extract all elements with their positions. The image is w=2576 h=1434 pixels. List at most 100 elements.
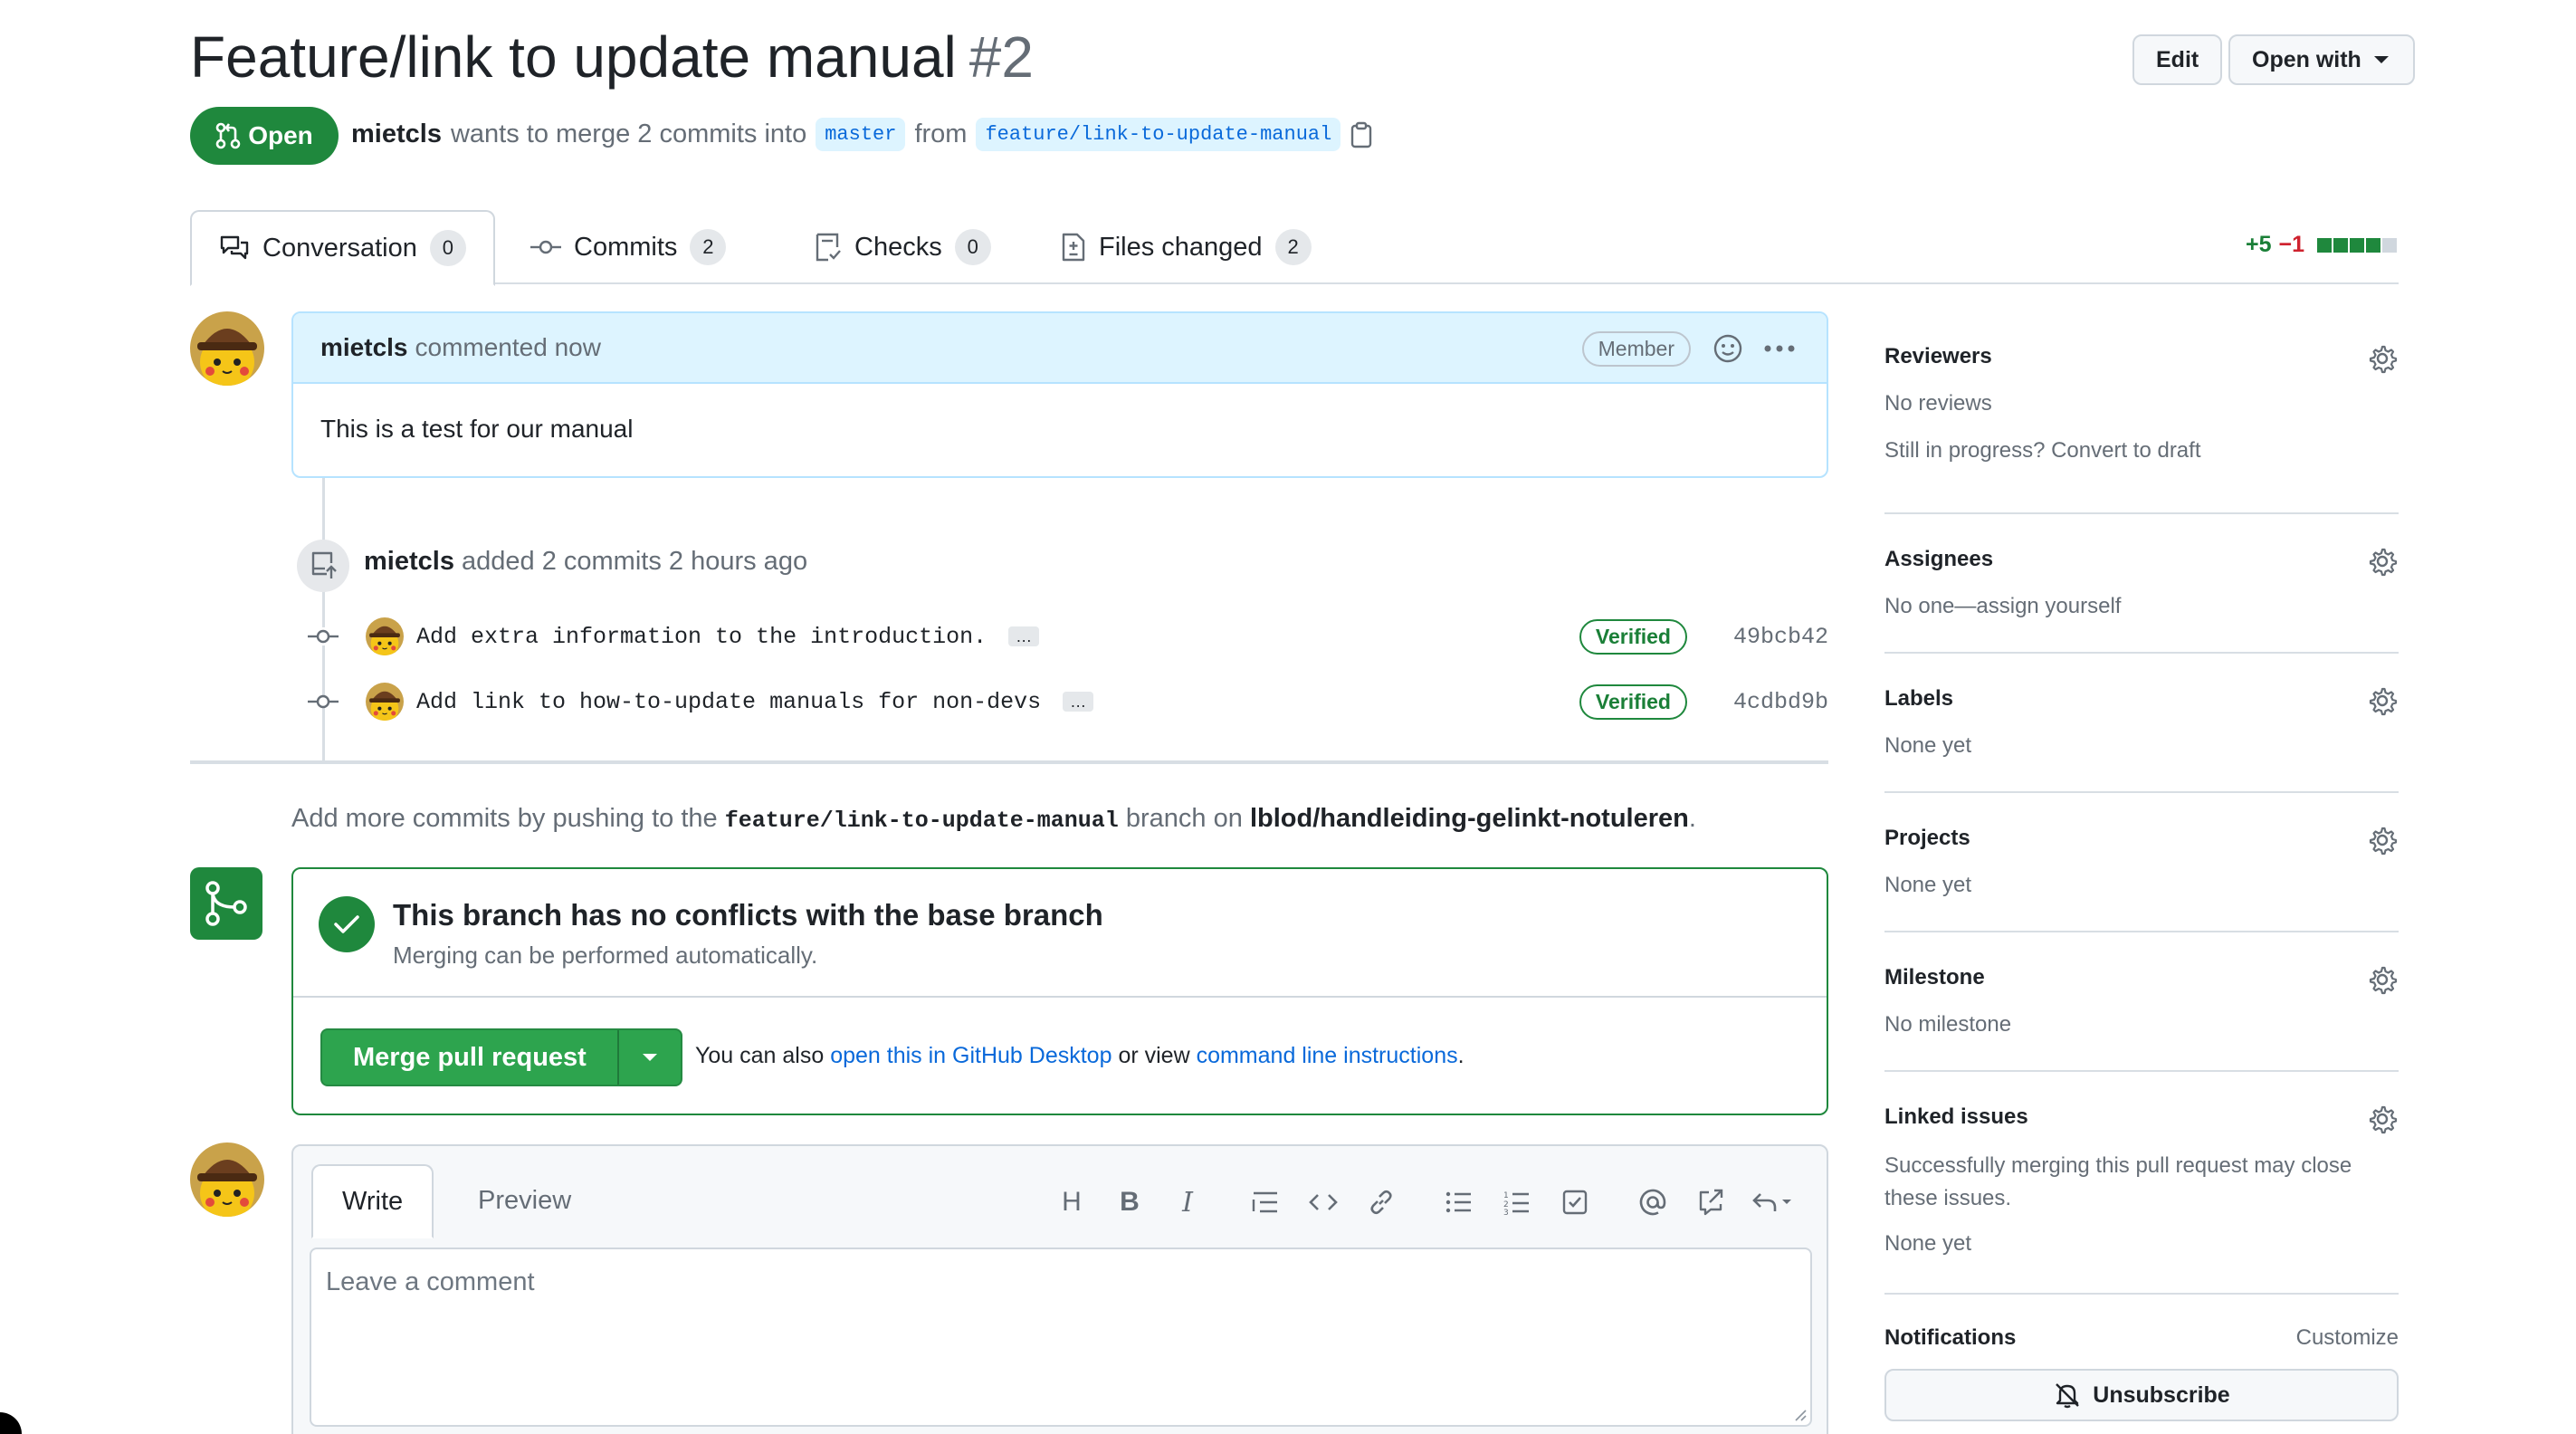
unordered-list-icon[interactable] (1430, 1182, 1488, 1222)
diffstat-block (2350, 237, 2364, 253)
verified-badge[interactable]: Verified (1579, 618, 1687, 655)
comment-timestamp[interactable]: commented now (415, 333, 601, 362)
head-branch[interactable]: feature/link-to-update-manual (976, 118, 1341, 151)
push-note-prefix: Add more commits by pushing to the (291, 804, 718, 833)
window-corner (0, 1412, 22, 1434)
comment-discussion-icon (220, 235, 249, 260)
avatar[interactable] (190, 1142, 264, 1217)
commit-icon (308, 694, 339, 709)
heading-icon[interactable]: H (1043, 1182, 1101, 1222)
sidebar-projects: Projects None yet (1884, 826, 2399, 898)
unsubscribe-label: Unsubscribe (2093, 1381, 2230, 1408)
merge-status-subtitle: Merging can be performed automatically. (393, 942, 818, 969)
commit-message-link[interactable]: Add link to how-to-update manuals for no… (416, 689, 1041, 715)
gear-icon[interactable] (2368, 686, 2399, 717)
sidebar-reviewers: Reviewers No reviews Still in progress? … (1884, 344, 2399, 471)
commit-row: Add extra information to the introductio… (308, 614, 1828, 659)
member-badge: Member (1581, 331, 1691, 367)
check-icon (319, 896, 375, 952)
pr-meta: mietcls wants to merge 2 commits into ma… (351, 118, 1373, 151)
caret-down-icon (2373, 56, 2389, 63)
verified-badge[interactable]: Verified (1579, 684, 1687, 720)
ordered-list-icon[interactable]: 123 (1488, 1182, 1546, 1222)
open-with-button[interactable]: Open with (2228, 34, 2415, 85)
kebab-horizontal-icon[interactable] (1763, 344, 1796, 353)
reply-icon[interactable] (1740, 1182, 1807, 1222)
comment-textarea[interactable]: Leave a comment (310, 1248, 1812, 1427)
gear-icon[interactable] (2368, 1104, 2399, 1135)
tab-conversation[interactable]: Conversation 0 (190, 210, 495, 286)
diffstat-deletions: −1 (2278, 232, 2304, 257)
avatar[interactable] (190, 311, 264, 386)
comment-author-link[interactable]: mietcls (320, 333, 408, 362)
file-diff-icon (1062, 233, 1085, 262)
gear-icon[interactable] (2368, 826, 2399, 856)
labels-value: None yet (1884, 733, 1972, 758)
checklist-icon (816, 233, 841, 262)
merge-text: wants to merge 2 commits into (450, 120, 807, 148)
bold-icon[interactable]: B (1101, 1182, 1159, 1222)
tab-preview[interactable]: Preview (449, 1164, 600, 1237)
comment-placeholder: Leave a comment (326, 1267, 535, 1296)
milestone-heading: Milestone (1884, 965, 1985, 989)
merge-alt-prefix: You can also (695, 1043, 825, 1068)
merge-status-title: This branch has no conflicts with the ba… (393, 898, 1103, 932)
link-icon[interactable] (1352, 1182, 1410, 1222)
avatar[interactable] (366, 683, 404, 721)
tab-checks[interactable]: Checks 0 (787, 210, 1018, 284)
comment-header: mietcls commented now Member (293, 313, 1827, 384)
tab-write[interactable]: Write (311, 1164, 434, 1238)
command-line-instructions-link[interactable]: command line instructions (1197, 1043, 1458, 1068)
linked-issues-value: None yet (1884, 1231, 1972, 1256)
pr-tabs: Conversation 0 Commits 2 Checks 0 Files … (190, 210, 2399, 286)
event-text: added 2 commits 2 hours ago (462, 547, 808, 576)
event-author-link[interactable]: mietcls (364, 547, 454, 576)
smiley-icon[interactable] (1713, 333, 1743, 364)
gear-icon[interactable] (2368, 965, 2399, 996)
avatar[interactable] (366, 617, 404, 655)
italic-icon[interactable]: I (1159, 1182, 1216, 1222)
code-icon[interactable] (1294, 1182, 1352, 1222)
assign-yourself-link[interactable]: No one—assign yourself (1884, 594, 2399, 619)
tab-commits[interactable]: Commits 2 (503, 210, 753, 284)
copy-icon[interactable] (1350, 121, 1373, 148)
comment-box: mietcls commented now Member This is a t… (291, 311, 1828, 478)
gear-icon[interactable] (2368, 344, 2399, 375)
tasklist-icon[interactable] (1546, 1182, 1604, 1222)
merge-method-dropdown[interactable] (616, 1030, 681, 1085)
commit-icon (530, 240, 561, 254)
open-in-desktop-link[interactable]: open this in GitHub Desktop (830, 1043, 1111, 1068)
svg-text:3: 3 (1503, 1209, 1509, 1215)
tab-files-changed[interactable]: Files changed 2 (1034, 210, 1339, 284)
bell-slash-icon (2056, 1383, 2080, 1409)
sidebar-divider (1884, 652, 2399, 654)
commit-sha-link[interactable]: 4cdbd9b (1733, 689, 1828, 715)
commit-sha-link[interactable]: 49bcb42 (1733, 624, 1828, 650)
quote-icon[interactable] (1236, 1182, 1294, 1222)
commit-message-link[interactable]: Add extra information to the introductio… (416, 624, 987, 650)
sidebar-notifications: Notifications Customize (1884, 1325, 2399, 1362)
comment-editor: Write Preview H B I 123 Leave a comment (291, 1144, 1828, 1434)
edit-button[interactable]: Edit (2132, 34, 2223, 85)
pr-author-link[interactable]: mietcls (351, 120, 442, 149)
resize-handle-icon[interactable] (1792, 1407, 1807, 1421)
reviewers-value: No reviews (1884, 391, 1992, 416)
commit-expand-button[interactable]: … (1063, 692, 1094, 712)
base-branch[interactable]: master (816, 118, 906, 151)
sidebar-linked-issues: Linked issues Successfully merging this … (1884, 1104, 2399, 1267)
cross-reference-icon[interactable] (1682, 1182, 1740, 1222)
edit-button-label: Edit (2156, 46, 2199, 72)
convert-to-draft-link[interactable]: Still in progress? Convert to draft (1884, 438, 2399, 464)
mention-icon[interactable] (1624, 1182, 1682, 1222)
commit-expand-button[interactable]: … (1008, 626, 1040, 646)
merge-pull-request-button[interactable]: Merge pull request (320, 1028, 682, 1086)
svg-text:1: 1 (1503, 1191, 1509, 1200)
diffstat-block (2366, 237, 2380, 253)
tab-conversation-label: Conversation (262, 233, 417, 263)
push-note-repo-link[interactable]: lblod/handleiding-gelinkt-notuleren (1250, 804, 1689, 833)
sidebar-divider (1884, 791, 2399, 793)
push-note-middle: branch on (1125, 804, 1243, 833)
gear-icon[interactable] (2368, 547, 2399, 578)
customize-link[interactable]: Customize (2296, 1325, 2399, 1351)
unsubscribe-button[interactable]: Unsubscribe (1884, 1369, 2399, 1421)
